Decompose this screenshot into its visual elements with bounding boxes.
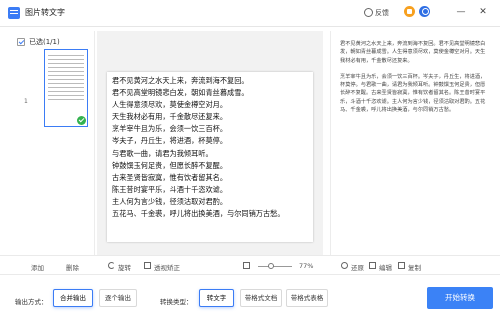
zoom-slider[interactable] (258, 266, 292, 267)
title-bar: 图片转文字 反馈 — ✕ (0, 0, 500, 27)
doc-line: 钟鼓馔玉何足贵，但愿长醉不复醒。 (112, 160, 228, 170)
start-convert-button[interactable]: 开始转换 (427, 287, 493, 309)
doc-line: 陈王昔时宴平乐，斗酒十千恣欢谑。 (112, 184, 228, 194)
minimize-button[interactable]: — (455, 6, 467, 18)
edit-icon[interactable] (369, 262, 376, 269)
copy-button[interactable]: 复制 (408, 262, 421, 272)
merge-output-button[interactable]: 合并输出 (53, 289, 93, 307)
output-mode-label: 输出方式： (15, 298, 48, 306)
perspective-icon[interactable] (144, 262, 151, 269)
rotate-button[interactable]: 旋转 (118, 262, 131, 272)
image-preview: 君不见黄河之水天上来，奔流到海不复回。 君不见高堂明镜悲白发，朝如青丝暮成雪。 … (97, 31, 323, 255)
result-paragraph: 君不见黄河之水天上来，奔流到海不复回。君不见高堂明镜悲白发，朝如青丝暮成雪。人生… (340, 41, 486, 64)
to-word-button[interactable]: 带格式文档 (240, 289, 282, 307)
fit-screen-icon[interactable] (243, 262, 250, 269)
to-excel-button[interactable]: 带格式表格 (286, 289, 328, 307)
doc-line: 人生得意须尽欢，莫使金樽空对月。 (112, 100, 228, 110)
doc-line: 与君歌一曲，请君为我倾耳听。 (112, 148, 213, 158)
document-image: 君不见黄河之水天上来，奔流到海不复回。 君不见高堂明镜悲白发，朝如青丝暮成雪。 … (107, 72, 313, 242)
doc-line: 五花马、千金裘，呼儿将出换美酒，与尔同销万古愁。 (112, 209, 285, 219)
perspective-button[interactable]: 透视矫正 (154, 262, 180, 272)
feedback-button[interactable]: 反馈 (375, 8, 389, 18)
tool-row: 添加 删除 旋转 透视矫正 77% 还原 编辑 复制 (0, 255, 500, 275)
to-text-button[interactable]: 转文字 (199, 289, 234, 307)
selected-count: 已选(1/1) (29, 38, 60, 46)
user-avatar-icon[interactable] (419, 6, 430, 17)
doc-line: 古来圣贤皆寂寞，惟有饮者留其名。 (112, 172, 228, 182)
doc-line: 君不见高堂明镜悲白发，朝如青丝暮成雪。 (112, 88, 249, 98)
select-all-checkbox[interactable] (17, 38, 25, 46)
app-logo-icon (8, 7, 20, 19)
add-button[interactable]: 添加 (31, 262, 44, 272)
doc-line: 君不见黄河之水天上来，奔流到海不复回。 (112, 76, 249, 85)
copy-icon[interactable] (398, 262, 405, 269)
doc-line: 岑夫子，丹丘生，将进酒，杯莫停。 (112, 136, 228, 146)
selected-check-icon (77, 116, 86, 125)
doc-line: 天生我材必有用，千金散尽还复来。 (112, 112, 228, 122)
thumbnail-panel: 已选(1/1) 1 (15, 31, 95, 255)
result-paragraph: 烹羊宰牛且为乐，会须一饮三百杯。岑夫子，丹丘生，将进酒，杯莫停。与君歌一曲，请君… (340, 73, 486, 114)
convert-type-label: 转换类型： (160, 298, 193, 306)
rotate-icon[interactable] (108, 262, 115, 269)
each-output-button[interactable]: 逐个输出 (99, 289, 137, 307)
thumbnail-index: 1 (24, 98, 28, 105)
app-title: 图片转文字 (25, 8, 65, 17)
document-lines: 君不见黄河之水天上来，奔流到海不复回。 君不见高堂明镜悲白发，朝如青丝暮成雪。 … (112, 75, 285, 220)
doc-line: 烹羊宰牛且为乐，会须一饮三百杯。 (112, 124, 228, 134)
close-button[interactable]: ✕ (477, 6, 489, 18)
result-panel: 君不见黄河之水天上来，奔流到海不复回。君不见高堂明镜悲白发，朝如青丝暮成雪。人生… (330, 31, 490, 255)
zoom-slider-handle[interactable] (268, 263, 274, 269)
vip-icon[interactable] (404, 6, 415, 17)
thumbnail-text-preview (48, 55, 84, 103)
app-window: 图片转文字 反馈 — ✕ 已选(1/1) 1 君不见黄河之水天上来，奔流到海不复… (0, 0, 500, 325)
edit-button[interactable]: 编辑 (379, 262, 392, 272)
zoom-level: 77% (299, 262, 314, 270)
restore-button[interactable]: 还原 (351, 262, 364, 272)
delete-button[interactable]: 删除 (66, 262, 79, 272)
restore-icon[interactable] (341, 262, 348, 269)
result-text[interactable]: 君不见黄河之水天上来，奔流到海不复回。君不见高堂明镜悲白发，朝如青丝暮成雪。人生… (340, 40, 486, 122)
options-bar: 输出方式： 合并输出 逐个输出 转换类型： 转文字 带格式文档 带格式表格 开始… (0, 276, 500, 325)
image-thumbnail[interactable] (44, 49, 88, 127)
doc-line: 主人何为言少钱，径须沽取对君酌。 (112, 196, 228, 206)
feedback-icon[interactable] (364, 8, 373, 17)
